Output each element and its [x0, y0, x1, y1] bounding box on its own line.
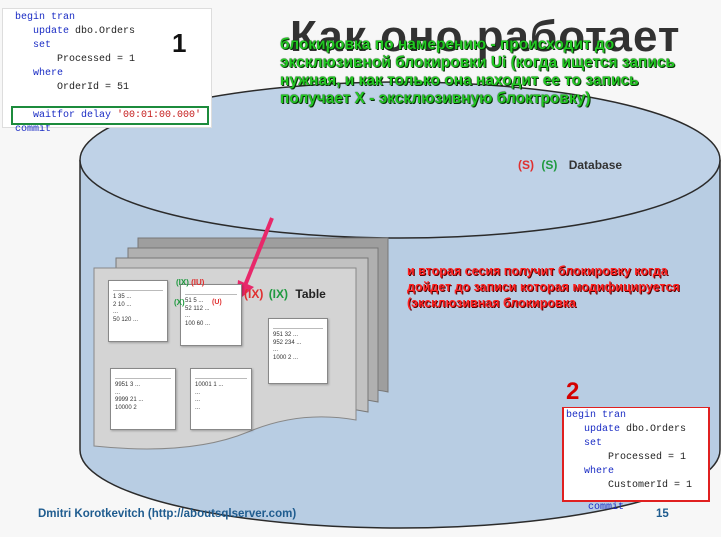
page-x-label: (X): [174, 298, 185, 307]
code-line: where: [15, 68, 64, 79]
page-row: ...: [195, 397, 201, 403]
page-row: 100 60 ...: [185, 320, 211, 327]
code-line: set: [566, 438, 603, 449]
code-line: update dbo.Orders: [566, 424, 687, 435]
session2-marker: 2: [566, 378, 580, 405]
page-ix-label: (IX): [176, 278, 189, 287]
page-row: 9951 3 ...: [115, 382, 141, 388]
code-line: begin tran: [15, 12, 76, 23]
db-s-red-label: (S): [518, 158, 534, 172]
data-page-4: 9951 3 ... ... 9999 21 ... 10000 2: [110, 368, 176, 430]
page-row: 52 112 ...: [185, 305, 210, 312]
page-row: ...: [185, 313, 191, 319]
page-row: 951 32 ...: [273, 332, 299, 338]
page-row: 50 120 ...: [113, 316, 139, 323]
table-label: Table: [295, 287, 326, 301]
code-line: commit: [15, 124, 52, 135]
footer-page-number: 15: [656, 508, 669, 520]
page-row: 1 35 ...: [113, 294, 132, 300]
database-label: Database: [568, 158, 623, 172]
second-session-note: и вторая сесия получит блокировку когда …: [407, 264, 680, 310]
code-line: Processed = 1: [566, 452, 687, 463]
table-ix-green-label: (IX): [268, 287, 289, 301]
page-row: 1000 2 ...: [273, 354, 299, 361]
intent-lock-note: блокировка по намерению - происходит до …: [280, 36, 675, 107]
page-u-label: (U): [212, 299, 222, 306]
data-page-3: 951 32 ... 952 234 ... ... 1000 2 ...: [268, 318, 328, 384]
code-line: begin tran: [566, 410, 627, 421]
code-line: update dbo.Orders: [15, 26, 136, 37]
data-page-5: 10001 1 ... ... ... ...: [190, 368, 252, 430]
page-lock-labels-row: (X): [174, 298, 185, 307]
page-row: ...: [113, 309, 119, 315]
data-page-1: 1 35 ... 2 10 ... ... 50 120 ...: [108, 280, 168, 342]
session1-marker: 1: [172, 28, 187, 58]
page-row: 2 10 ...: [113, 301, 132, 308]
code-line: OrderId = 51: [15, 82, 130, 93]
page-row: ...: [195, 389, 201, 396]
page-iu-label: (IU): [191, 278, 205, 287]
footer-author: Dmitri Korotkevitch (http://aboutsqlserv…: [38, 508, 297, 520]
page-row: ...: [115, 389, 121, 396]
page-lock-labels-top: (IX) (IU): [176, 278, 204, 287]
session1-code-box: begin tran update dbo.Orders set Process…: [2, 8, 212, 135]
data-page-2: 51 5 ... 52 112 ... ... 100 60 ...: [180, 284, 242, 346]
page-row: ...: [195, 404, 201, 411]
code-line: set: [15, 40, 52, 51]
code-line: Processed = 1: [15, 54, 136, 65]
table-ix-red-label: (IX): [244, 287, 264, 301]
db-s-green-label: (S): [541, 158, 558, 172]
table-label-group: (IX) (IX) Table: [244, 287, 326, 301]
slide: 1 35 ... 2 10 ... ... 50 120 ... 51 5 ..…: [0, 0, 721, 537]
page-row: 10001 1 ...: [195, 382, 224, 388]
page-row: 51 5 ...: [185, 298, 204, 304]
database-legend: (S) (S) Database: [518, 158, 622, 172]
page-row: 10000 2: [115, 404, 137, 411]
page-row: 9999 21 ...: [115, 397, 144, 403]
waitfor-highlight: [11, 106, 209, 125]
page-row: ...: [273, 347, 279, 353]
session2-commit-line: commit: [588, 502, 625, 513]
code-line: where: [566, 466, 615, 477]
page-row: 952 234 ...: [273, 339, 302, 346]
